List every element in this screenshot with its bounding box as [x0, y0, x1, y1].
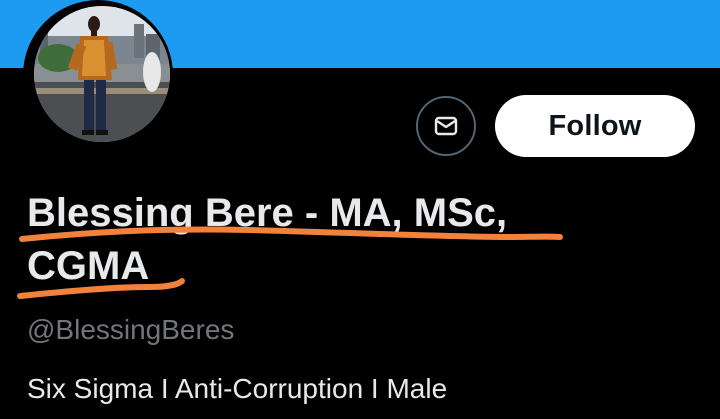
profile-bio: Six Sigma I Anti-Corruption I Male	[27, 373, 448, 404]
profile-handle: @BlessingBeres	[27, 314, 235, 345]
avatar-photo	[34, 6, 170, 142]
message-button[interactable]	[416, 96, 476, 156]
avatar[interactable]	[34, 6, 170, 142]
envelope-icon	[434, 116, 458, 136]
follow-button[interactable]: Follow	[495, 95, 695, 157]
profile-display-name: Blessing Bere - MA, MSc, CGMA	[27, 191, 508, 288]
